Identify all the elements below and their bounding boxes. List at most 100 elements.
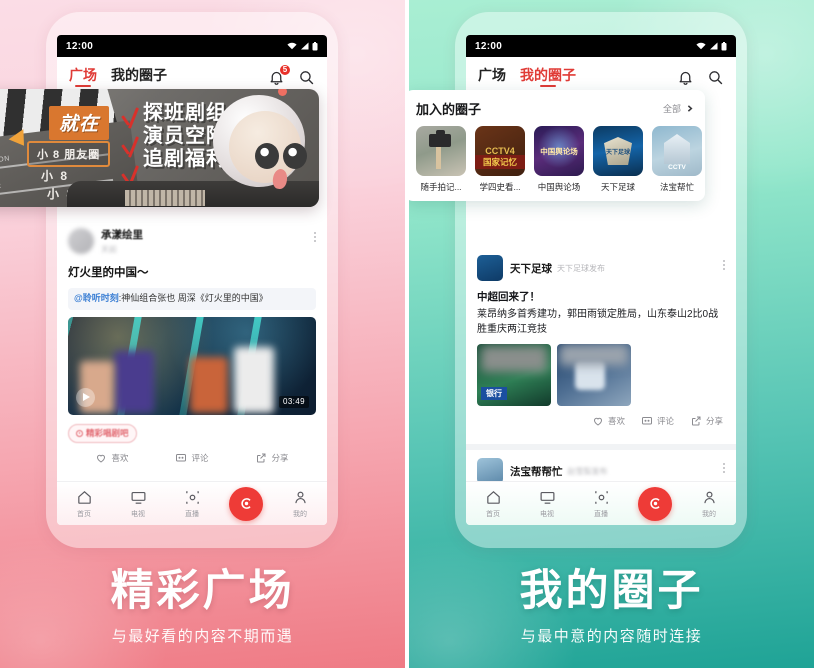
circle-label: 天下足球 (600, 182, 635, 192)
blurred-subject (234, 346, 274, 413)
more-options-icon[interactable] (723, 463, 725, 473)
search-button[interactable] (298, 69, 315, 86)
tag-label: 精彩唱剧吧 (86, 428, 129, 439)
more-options-icon[interactable] (723, 260, 725, 270)
play-icon[interactable] (76, 387, 95, 407)
comment-button[interactable]: 评论 (175, 452, 209, 464)
blurred-region (481, 346, 547, 372)
camera-photo-thumb (416, 126, 466, 176)
banner-friend-circle-label: 小 8 朋友圈 (27, 141, 111, 167)
avatar (477, 255, 503, 281)
tab-my-circles[interactable]: 我的圈子 (520, 68, 576, 86)
notifications-button[interactable] (677, 69, 694, 86)
nav-label-tv: 电视 (540, 510, 554, 518)
nav-label-profile: 我的 (702, 510, 716, 518)
more-options-icon[interactable] (314, 232, 316, 242)
circle-item-fabao[interactable]: CCTV 法宝帮忙 (652, 126, 702, 193)
promo-banner-left[interactable]: PRODUCTION DIRECTOR CAMERA 就在 小 8 朋友圈 小 … (0, 89, 319, 207)
heart-icon (593, 417, 602, 426)
like-button[interactable]: 喜欢 (592, 415, 625, 427)
promo-panel-plaza: 12:00 广场 我的圈子 5 承漾绘里 天前 灯火里的中国～ @聆听时刻:神仙… (0, 0, 405, 668)
circle-label: 随手拍记... (420, 182, 462, 192)
post-quote-mention: @聆听时刻 (74, 293, 119, 303)
caption-left: 精彩广场 与最好看的内容不期而遇 (0, 570, 405, 646)
caption-right: 我的圈子 与最中意的内容随时连接 (409, 570, 814, 646)
notifications-button[interactable]: 5 (268, 63, 291, 86)
view-all-button[interactable]: 全部 (663, 102, 694, 115)
nav-item-profile[interactable]: 我的 (687, 489, 731, 519)
blurred-subject (190, 356, 228, 413)
program-name-overlay: 国家记忆 (475, 155, 525, 169)
post-video-thumbnail[interactable]: 03:49 (68, 316, 316, 415)
tv-icon (131, 491, 145, 504)
share-button[interactable]: 分享 (255, 452, 289, 464)
signal-icon (301, 42, 309, 50)
status-badge[interactable]: 精彩唱剧吧 (68, 423, 137, 443)
nav-item-home[interactable]: 首页 (62, 489, 106, 519)
post-card-left[interactable]: 承漾绘里 天前 灯火里的中国～ @聆听时刻:神仙组合张也 周深《灯火里的中国》 (57, 217, 327, 472)
status-clock: 12:00 (66, 40, 94, 52)
search-button[interactable] (707, 69, 724, 86)
channel-badge: CCTV (668, 164, 686, 171)
caption-title-left: 精彩广场 (110, 567, 295, 615)
circle-item-tianxiazuqiu[interactable]: 天下足球 天下足球 (593, 126, 643, 193)
circle-item-suishoupai[interactable]: 随手拍记... (416, 126, 466, 193)
post-source: 天下足球发布 (557, 263, 605, 273)
nav-item-home[interactable]: 首页 (471, 489, 515, 519)
share-button[interactable]: 分享 (690, 415, 723, 427)
joined-circles-list: 随手拍记... CCTV4 国家记忆 学四史看... 中国舆论场 中国舆论场 天… (409, 126, 705, 193)
tab-my-circles[interactable]: 我的圈子 (111, 68, 167, 86)
post-image[interactable] (557, 344, 631, 406)
like-button[interactable]: 喜欢 (95, 452, 129, 464)
share-label: 分享 (271, 452, 289, 463)
record-dot-icon (76, 429, 83, 437)
banner-sub-line-1: 小 8 (41, 169, 70, 183)
tv-icon (540, 491, 554, 504)
circle-label: 中国舆论场 (537, 182, 581, 192)
comment-label: 评论 (191, 452, 209, 463)
post-header: 天下足球 天下足球发布 (477, 255, 725, 281)
post-meta: 法宝帮帮忙 (510, 464, 563, 479)
caption-title-right: 我的圈子 (519, 567, 704, 615)
circle-item-xuesishi[interactable]: CCTV4 国家记忆 学四史看... (475, 126, 525, 193)
tab-plaza[interactable]: 广场 (478, 68, 506, 86)
nav-item-cctv-center[interactable] (633, 486, 677, 521)
home-icon (77, 490, 91, 504)
circle-item-yulunchang[interactable]: 中国舆论场 中国舆论场 (534, 126, 584, 193)
cctv-logo-icon (638, 486, 672, 521)
signal-icon (710, 42, 718, 50)
program-name-overlay: 中国舆论场 (540, 146, 578, 156)
post-timestamp: 天前 (101, 245, 117, 254)
nav-item-tv[interactable]: 电视 (116, 489, 160, 519)
nav-label-profile: 我的 (293, 510, 307, 518)
caption-subtitle-right: 与最中意的内容随时连接 (520, 628, 703, 645)
view-all-label: 全部 (662, 104, 681, 114)
person-icon (703, 491, 715, 503)
program-name-overlay: 天下足球 (605, 149, 630, 156)
post-title: 中超回来了！ (477, 291, 540, 303)
cctv4-guojiajiyi-thumb: CCTV4 国家记忆 (475, 126, 525, 176)
post-image[interactable]: 银行 (477, 344, 551, 406)
like-label: 喜欢 (111, 452, 129, 463)
nav-item-profile[interactable]: 我的 (278, 489, 322, 519)
tianxia-zuqiu-thumb: 天下足球 (593, 126, 643, 176)
check-icon (121, 105, 139, 131)
antenna-decor (278, 89, 287, 96)
nav-label-home: 首页 (77, 510, 91, 518)
building-decor (664, 134, 690, 164)
caption-subtitle-left: 与最好看的内容不期而遇 (111, 628, 294, 645)
post-meta: 承漾绘里 天前 (101, 227, 143, 255)
shield-emblem-decor: 天下足球 (604, 137, 632, 165)
tab-plaza[interactable]: 广场 (69, 68, 97, 86)
post-quote[interactable]: @聆听时刻:神仙组合张也 周深《灯火里的中国》 (68, 288, 316, 310)
nav-item-live[interactable]: 直播 (579, 489, 623, 519)
comment-icon (641, 417, 652, 425)
nav-item-cctv-center[interactable] (224, 486, 268, 521)
chevron-right-icon (687, 105, 693, 112)
post-card-football[interactable]: 天下足球 天下足球发布 中超回来了！ 莱昂纳多首秀建功，郭田雨锁定胜局，山东泰山… (466, 247, 736, 435)
share-label: 分享 (705, 416, 723, 426)
battery-icon (721, 41, 727, 50)
nav-item-tv[interactable]: 电视 (525, 489, 569, 519)
nav-item-live[interactable]: 直播 (170, 489, 214, 519)
comment-button[interactable]: 评论 (641, 415, 674, 427)
